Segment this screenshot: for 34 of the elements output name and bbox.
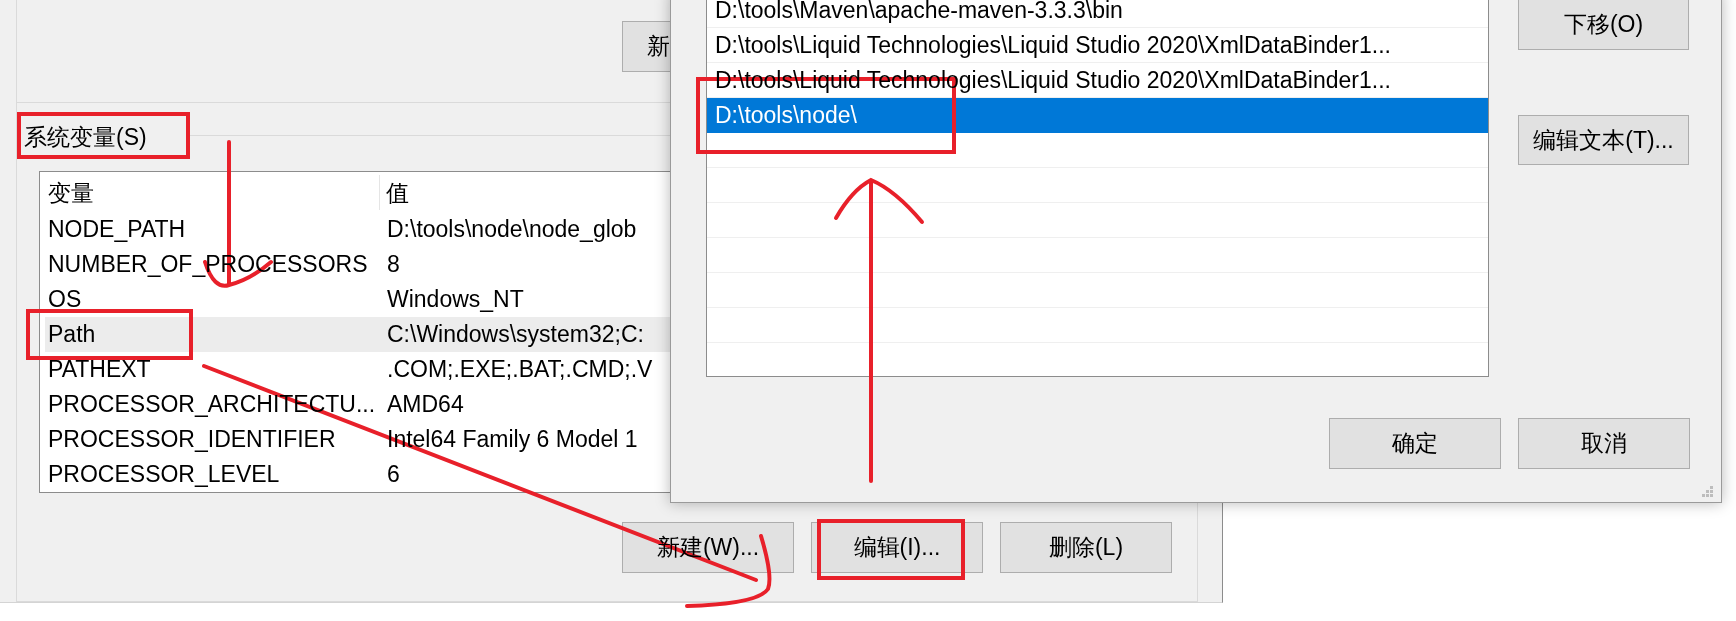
edit-button[interactable]: 编辑(I)...	[811, 522, 983, 573]
variable-value: 8	[387, 251, 400, 277]
variable-value: AMD64	[387, 391, 464, 417]
variable-value: .COM;.EXE;.BAT;.CMD;.V	[387, 356, 653, 382]
path-entry[interactable]: D:\tools\Liquid Technologies\Liquid Studio 2020\XmlDataBinder1...	[707, 28, 1488, 63]
resize-grip-icon[interactable]	[1702, 486, 1713, 497]
variable-value: D:\tools\node\node_glob	[387, 216, 637, 242]
section-label: 系统变量(S)	[24, 125, 147, 149]
variable-name: OS	[48, 286, 82, 312]
table-row[interactable]: PROCESSOR_LEVEL 6	[45, 457, 670, 492]
column-header[interactable]: 变量	[45, 175, 380, 210]
variable-name: PATHEXT	[48, 356, 151, 382]
path-entry[interactable]: D:\tools\node\	[707, 98, 1488, 133]
variable-value: Intel64 Family 6 Model 1	[387, 426, 638, 452]
variable-value: Windows_NT	[387, 286, 524, 312]
table-row[interactable]: OS Windows_NT	[45, 282, 670, 317]
variable-name: PROCESSOR_LEVEL	[48, 461, 280, 487]
variable-name: NODE_PATH	[48, 216, 186, 242]
variable-name: Path	[48, 321, 96, 347]
variable-name: PROCESSOR_IDENTIFIER	[48, 426, 336, 452]
table-row[interactable]: NODE_PATH D:\tools\node\node_glob	[45, 212, 670, 247]
ok-button[interactable]: 确定	[1329, 418, 1501, 469]
cancel-button[interactable]: 取消	[1518, 418, 1690, 469]
variable-value: 6	[387, 461, 400, 487]
new-button[interactable]: 新	[622, 21, 670, 72]
move-down-button[interactable]: 下移(O)	[1518, 0, 1689, 50]
variable-value: C:\Windows\system32;C:	[387, 321, 644, 347]
table-row[interactable]: PROCESSOR_IDENTIFIER Intel64 Family 6 Model 1	[45, 422, 670, 457]
delete-button[interactable]: 删除(L)	[1000, 522, 1172, 573]
table-row[interactable]: Path C:\Windows\system32;C:	[45, 317, 670, 352]
edit-text-button[interactable]: 编辑文本(T)...	[1518, 115, 1689, 165]
column-header[interactable]: 值	[380, 172, 670, 212]
table-row[interactable]: PATHEXT .COM;.EXE;.BAT;.CMD;.V	[45, 352, 670, 387]
path-entry[interactable]: D:\tools\Maven\apache-maven-3.3.3\bin	[707, 0, 1488, 28]
